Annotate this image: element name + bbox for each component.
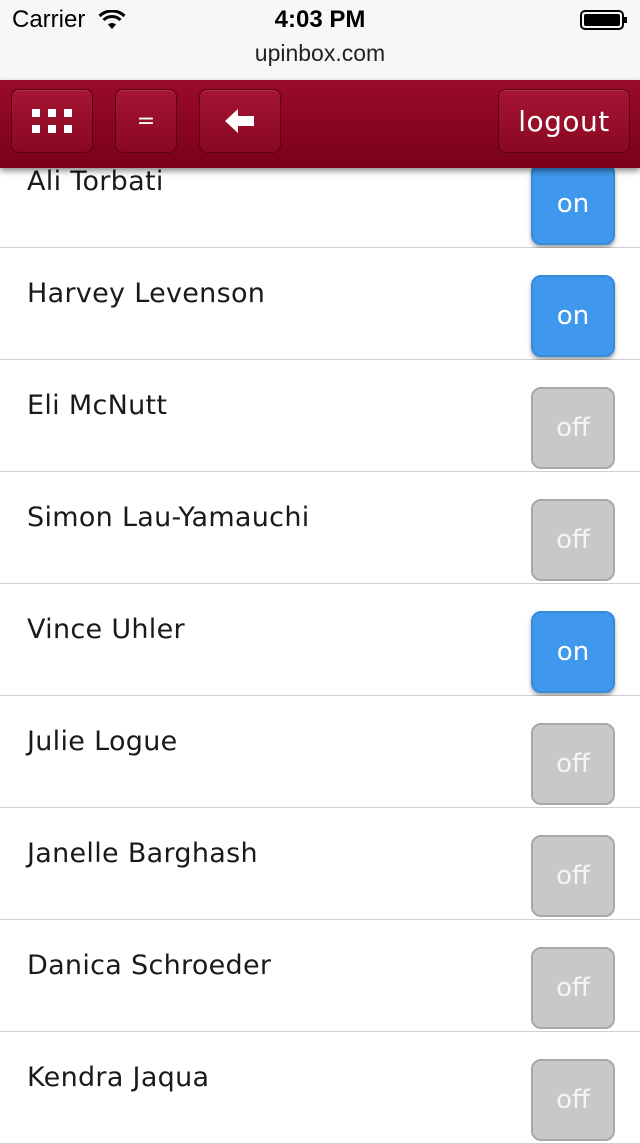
contact-name: Kendra Jaqua <box>27 1062 210 1093</box>
contact-name: Danica Schroeder <box>27 950 272 981</box>
status-toggle[interactable]: off <box>531 723 615 805</box>
list-item: Simon Lau-Yamauchi off <box>0 472 640 584</box>
contact-name: Ali Torbati <box>27 166 164 197</box>
contact-name: Simon Lau-Yamauchi <box>27 502 310 533</box>
contact-name: Harvey Levenson <box>27 278 266 309</box>
list-item: Harvey Levenson on <box>0 248 640 360</box>
list-item: Kendra Jaqua off <box>0 1032 640 1144</box>
status-toggle[interactable]: on <box>531 275 615 357</box>
status-toggle[interactable]: on <box>531 611 615 693</box>
battery-icon <box>580 10 627 30</box>
logout-button[interactable]: logout <box>498 89 630 153</box>
status-bar: Carrier 4:03 PM upinbox.com <box>0 0 640 80</box>
status-toggle[interactable]: on <box>531 163 615 245</box>
clock: 4:03 PM <box>274 6 366 33</box>
grid-icon <box>32 109 72 133</box>
back-button[interactable] <box>199 89 281 153</box>
list-item: Eli McNutt off <box>0 360 640 472</box>
status-toggle[interactable]: off <box>531 1059 615 1141</box>
status-toggle[interactable]: off <box>531 835 615 917</box>
contact-name: Janelle Barghash <box>27 838 258 869</box>
contact-name: Julie Logue <box>27 726 178 757</box>
list-item: Julie Logue off <box>0 696 640 808</box>
contact-name: Vince Uhler <box>27 614 185 645</box>
toolbar: = logout <box>0 80 640 168</box>
arrow-left-icon <box>225 109 254 133</box>
menu-button[interactable]: = <box>115 89 177 153</box>
url-label[interactable]: upinbox.com <box>0 40 640 67</box>
status-toggle[interactable]: off <box>531 947 615 1029</box>
contact-list: Ali Torbati on Harvey Levenson on Eli McNutt… <box>0 136 640 1144</box>
status-toggle[interactable]: off <box>531 387 615 469</box>
list-item: Danica Schroeder off <box>0 920 640 1032</box>
list-item: Vince Uhler on <box>0 584 640 696</box>
contact-name: Eli McNutt <box>27 390 168 421</box>
list-item: Janelle Barghash off <box>0 808 640 920</box>
status-toggle[interactable]: off <box>531 499 615 581</box>
apps-button[interactable] <box>11 89 93 153</box>
